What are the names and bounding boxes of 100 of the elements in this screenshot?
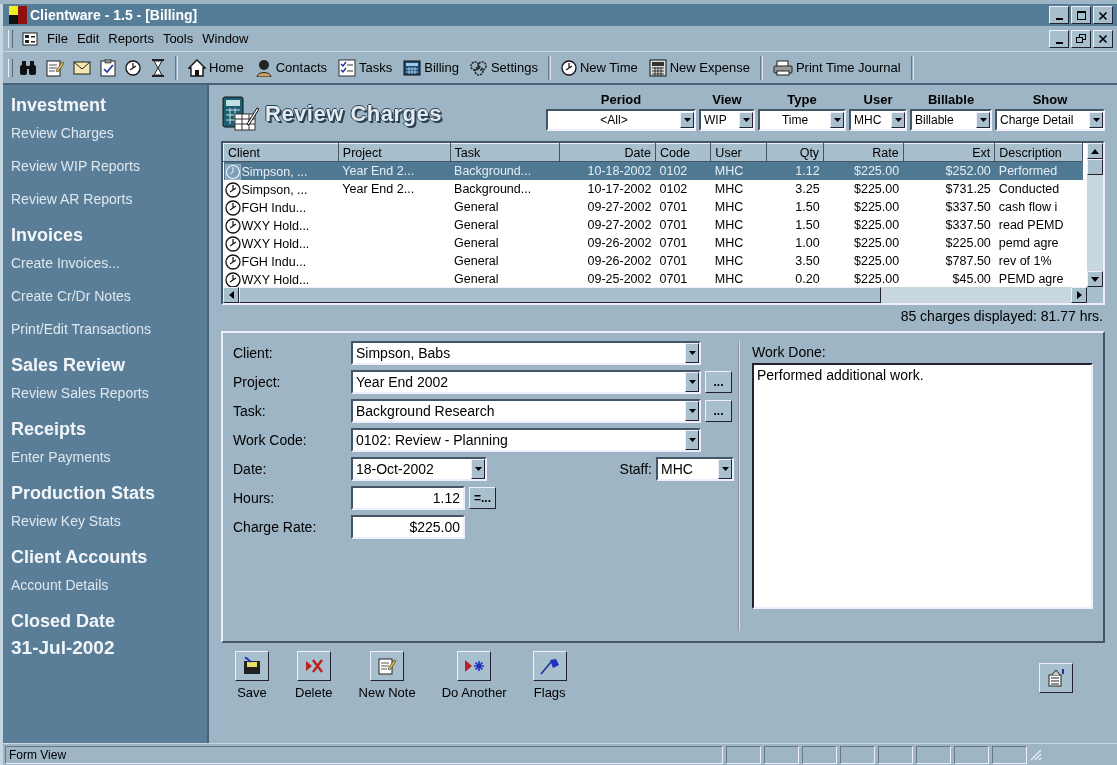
close-button[interactable]	[1093, 29, 1113, 48]
toolbar-button[interactable]	[296, 651, 331, 681]
dropdown-button[interactable]	[680, 112, 694, 128]
column-header[interactable]: Qty	[766, 143, 824, 162]
column-header[interactable]: Code	[655, 143, 711, 162]
table-row[interactable]: FGH Indu... General 09-27-2002 0701 MHC 1.50 $225.00 $337.50 cash flow i	[223, 198, 1083, 216]
toolbar-button[interactable]	[70, 58, 94, 77]
sidebar-link[interactable]: Create Invoices...	[11, 247, 207, 280]
dropdown-button[interactable]	[739, 112, 753, 128]
column-header[interactable]: Ext	[903, 143, 995, 162]
button-label[interactable]: Delete	[295, 685, 333, 700]
dropdown-button[interactable]	[685, 401, 699, 421]
menu-item[interactable]: Window	[202, 31, 249, 46]
menu-item[interactable]: File	[47, 31, 68, 46]
text-field[interactable]: 1.12	[351, 486, 465, 510]
toolbar-button[interactable]: Print Time Journal	[768, 57, 905, 78]
scrollbar-thumb[interactable]	[1087, 159, 1103, 175]
minimize-button[interactable]	[1049, 29, 1069, 48]
sidebar-link[interactable]: Print/Edit Transactions	[11, 313, 207, 346]
dropdown-field[interactable]: Simpson, Babs	[351, 341, 701, 365]
table-row[interactable]: Simpson, ... Year End 2... Background... 10-18-2002 0102 MHC 1.12 $225.00 $252.00 Performed	[223, 161, 1083, 180]
filter-label: Type	[787, 91, 817, 109]
table-row[interactable]: FGH Indu... General 09-26-2002 0701 MHC 3.50 $225.00 $787.50 rev of 1%	[223, 252, 1083, 270]
toolbar-button[interactable]	[457, 651, 492, 681]
dropdown-field[interactable]: Year End 2002	[351, 370, 701, 394]
table-row[interactable]: WXY Hold... General 09-27-2002 0701 MHC 1.50 $225.00 $337.50 read PEMD	[223, 216, 1083, 234]
sidebar-link[interactable]: Create Cr/Dr Notes	[11, 280, 207, 313]
field-label: Hours:	[233, 489, 276, 508]
dropdown-button[interactable]	[471, 459, 485, 479]
sidebar-link[interactable]: Review AR Reports	[11, 183, 207, 216]
toolbar-button[interactable]: New Expense	[644, 56, 754, 79]
filter-dropdown[interactable]: <All>	[546, 109, 696, 131]
filter-dropdown[interactable]: Charge Detail	[995, 109, 1105, 131]
sidebar-link[interactable]: Review Key Stats	[11, 505, 207, 538]
column-header[interactable]: Client	[223, 143, 339, 162]
resize-grip-icon	[1030, 748, 1042, 761]
browse-button[interactable]: =...	[469, 487, 496, 509]
toolbar-button[interactable]	[235, 651, 269, 681]
restore-button[interactable]	[1071, 29, 1091, 48]
close-button[interactable]	[1093, 6, 1113, 24]
column-header[interactable]: Project	[338, 143, 451, 162]
filter-dropdown[interactable]: Billable	[910, 109, 992, 131]
column-header[interactable]: Task	[450, 143, 560, 162]
column-header[interactable]: Rate	[823, 143, 904, 162]
sidebar-link[interactable]: Review Sales Reports	[11, 377, 207, 410]
dropdown-button[interactable]	[685, 372, 699, 392]
table-cell-text: 09-26-2002	[586, 235, 653, 252]
minimize-button[interactable]	[1049, 6, 1069, 24]
form-icon[interactable]	[22, 31, 38, 46]
browse-button[interactable]: ...	[705, 400, 732, 422]
sidebar-link[interactable]: Account Details	[11, 569, 207, 602]
notes-field[interactable]: Performed additional work.	[752, 363, 1093, 609]
dropdown-button[interactable]	[891, 112, 905, 128]
table-row[interactable]: Simpson, ... Year End 2... Background... 10-17-2002 0102 MHC 3.25 $225.00 $731.25 Conducted	[223, 180, 1083, 198]
toolbar-button[interactable]: Home	[184, 56, 248, 79]
horizontal-scrollbar[interactable]	[223, 287, 1087, 303]
table-row[interactable]: WXY Hold... General 09-26-2002 0701 MHC 1.00 $225.00 $225.00 pemd agre	[223, 234, 1083, 252]
browse-button[interactable]: ...	[705, 371, 732, 393]
toolbar-button[interactable]: Tasks	[334, 56, 397, 79]
filter-dropdown[interactable]: MHC	[849, 109, 907, 131]
toolbar-button[interactable]	[370, 651, 405, 681]
column-header[interactable]: User	[710, 143, 767, 162]
dropdown-field[interactable]: MHC	[656, 457, 734, 481]
menu-item[interactable]: Reports	[108, 31, 154, 46]
sidebar-link[interactable]: Enter Payments	[11, 441, 207, 474]
toolbar-button[interactable]	[532, 651, 567, 681]
sidebar-link[interactable]: Review Charges	[11, 117, 207, 150]
toolbar-button[interactable]: New Time	[556, 57, 642, 78]
toolbar-button[interactable]	[97, 56, 119, 79]
dropdown-button[interactable]	[685, 430, 699, 450]
toolbar-button[interactable]: Billing	[399, 57, 463, 78]
dropdown-field[interactable]: 18-Oct-2002	[351, 457, 487, 481]
toolbar-button[interactable]: Settings	[465, 57, 542, 78]
button-label[interactable]: New Note	[358, 685, 416, 700]
column-header[interactable]: Date	[559, 143, 656, 162]
filter-dropdown[interactable]: Time	[758, 109, 846, 131]
table-row[interactable]: WXY Hold... General 09-25-2002 0701 MHC 0.20 $225.00 $45.00 PEMD agre	[223, 270, 1083, 287]
sidebar-link[interactable]: Review WIP Reports	[11, 150, 207, 183]
button-label[interactable]: Do Another	[441, 685, 507, 700]
scrollbar-thumb[interactable]	[239, 287, 881, 303]
dropdown-button[interactable]	[830, 112, 844, 128]
filter-dropdown[interactable]: WIP	[699, 109, 755, 131]
dropdown-field[interactable]: Background Research	[351, 399, 701, 423]
dropdown-button[interactable]	[976, 112, 990, 128]
vertical-scrollbar[interactable]	[1087, 143, 1103, 303]
button-label[interactable]: Flags	[533, 685, 566, 700]
dropdown-button[interactable]	[1089, 112, 1103, 128]
menu-item[interactable]: Edit	[76, 31, 100, 46]
dropdown-button[interactable]	[718, 459, 732, 479]
button-label[interactable]: Save	[237, 685, 267, 700]
dropdown-button[interactable]	[685, 343, 699, 363]
properties-button[interactable]	[1039, 663, 1073, 693]
status-pane	[878, 745, 913, 764]
column-header[interactable]: Description	[994, 143, 1083, 162]
maximize-button[interactable]	[1071, 6, 1091, 24]
dropdown-field[interactable]: 0102: Review - Planning	[351, 428, 701, 452]
text-field[interactable]: $225.00	[351, 515, 465, 539]
toolbar-button[interactable]: Contacts	[250, 56, 331, 79]
menu-item[interactable]: Tools	[162, 31, 194, 46]
toolbar-button[interactable]	[122, 57, 144, 78]
